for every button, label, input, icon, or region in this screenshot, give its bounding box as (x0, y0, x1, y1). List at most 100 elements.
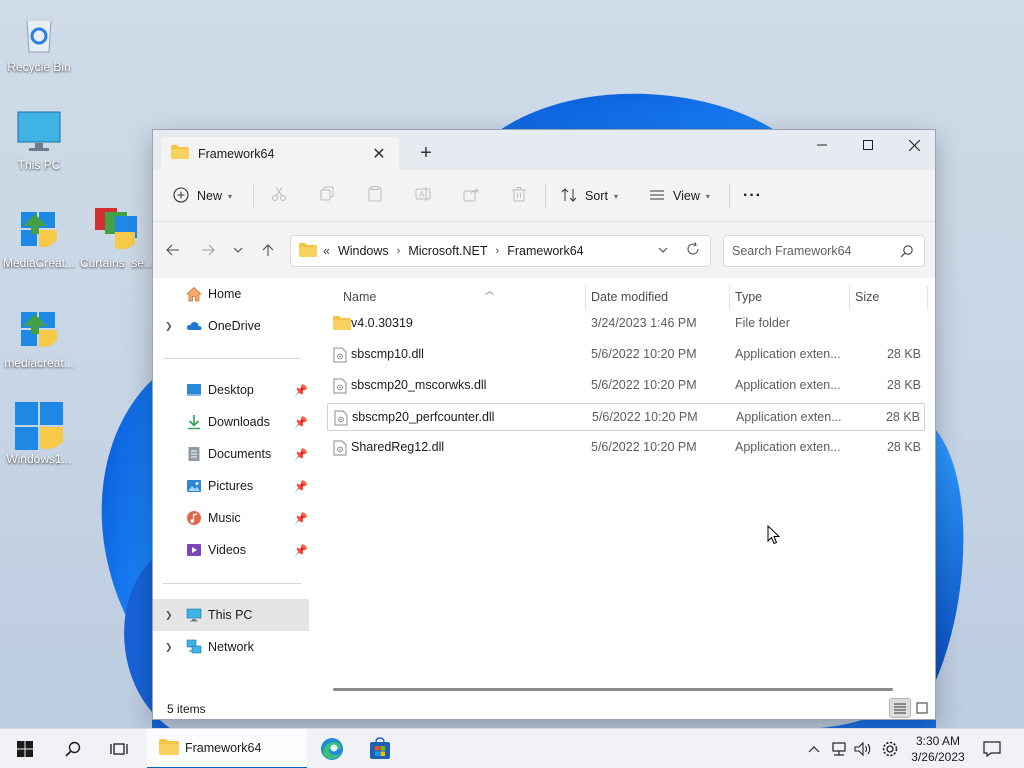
pin-icon[interactable]: 📌 (294, 544, 308, 557)
nav-divider (163, 583, 301, 584)
search-icon[interactable] (900, 244, 914, 261)
gear-icon (882, 741, 898, 757)
pin-icon[interactable]: 📌 (294, 512, 308, 525)
chevron-right-icon[interactable]: ❯ (165, 610, 173, 621)
delete-icon[interactable] (509, 184, 529, 204)
command-bar: New ▾ A Sort ▾ View ▾ ··· (153, 170, 935, 222)
file-name: SharedReg12.dll (351, 440, 445, 454)
desktop-icon-recycle-bin[interactable]: Recycle Bin (1, 10, 77, 74)
file-date-modified: 3/24/2023 1:46 PM (591, 316, 697, 330)
breadcrumb-windows[interactable]: Windows (338, 244, 389, 258)
nav-item-onedrive[interactable]: ❯ OneDrive (153, 310, 309, 342)
column-divider[interactable] (927, 286, 928, 310)
address-history-dropdown-icon[interactable] (658, 245, 668, 257)
nav-item-this-pc[interactable]: ❯ This PC (153, 599, 309, 631)
breadcrumb-microsoft-net[interactable]: Microsoft.NET (408, 244, 487, 258)
minimize-button[interactable] (799, 130, 845, 160)
rename-icon[interactable]: A (413, 184, 433, 204)
tab-framework64[interactable]: Framework64 ✕ (161, 137, 399, 170)
more-options-button[interactable]: ··· (743, 181, 762, 211)
desktop-icon-mediacreation[interactable]: MediaCreat... (1, 206, 77, 270)
taskbar-app-label: Framework64 (185, 741, 262, 755)
new-button[interactable]: New ▾ (173, 181, 232, 211)
nav-item-network[interactable]: ❯ Network (153, 631, 309, 663)
nav-item-music[interactable]: Music 📌 (153, 502, 309, 534)
table-row[interactable]: v4.0.30319 3/24/2023 1:46 PM File folder (327, 310, 925, 338)
refresh-icon[interactable] (686, 242, 700, 260)
pin-icon[interactable]: 📌 (294, 448, 308, 461)
close-window-button[interactable] (891, 130, 935, 160)
column-divider[interactable] (585, 286, 586, 310)
maximize-button[interactable] (845, 130, 891, 160)
horizontal-scrollbar[interactable] (333, 688, 893, 691)
volume-button[interactable] (852, 729, 874, 768)
network-status-button[interactable] (828, 729, 850, 768)
sort-button[interactable]: Sort ▾ (561, 181, 618, 211)
search-button[interactable] (56, 729, 90, 768)
cut-icon[interactable] (269, 184, 289, 204)
search-input[interactable] (732, 244, 892, 258)
table-row[interactable]: SharedReg12.dll 5/6/2022 10:20 PM Applicat… (327, 434, 925, 462)
taskbar-clock[interactable]: 3:30 AM 3/26/2023 (906, 733, 970, 765)
item-count: 5 items (167, 702, 206, 716)
address-row: « Windows › Microsoft.NET › Framework64 (153, 222, 935, 278)
breadcrumb-framework64[interactable]: Framework64 (507, 244, 583, 258)
details-view-button[interactable] (889, 698, 911, 718)
large-icons-view-button[interactable] (911, 698, 933, 718)
copy-icon[interactable] (317, 184, 337, 204)
table-row[interactable]: sbscmp10.dll 5/6/2022 10:20 PM Application… (327, 341, 925, 369)
show-hidden-icons-button[interactable] (806, 729, 822, 768)
breadcrumb-overflow[interactable]: « (323, 244, 330, 258)
notifications-button[interactable] (980, 729, 1004, 768)
pin-icon[interactable]: 📌 (294, 416, 308, 429)
desktop-icon-curtains[interactable]: Curtains_se... (79, 206, 155, 270)
up-button[interactable] (256, 238, 280, 262)
desktop-icon-windows-iso[interactable]: Windows1... (1, 402, 77, 466)
new-tab-button[interactable]: + (411, 140, 441, 166)
nav-item-label: Desktop (208, 383, 254, 397)
pin-icon[interactable]: 📌 (294, 480, 308, 493)
start-button[interactable] (8, 729, 42, 768)
file-name: sbscmp10.dll (351, 347, 424, 361)
desktop-icon-this-pc[interactable]: This PC (1, 108, 77, 172)
table-row[interactable]: sbscmp20_mscorwks.dll 5/6/2022 10:20 PM Ap… (327, 372, 925, 400)
column-header-date[interactable]: Date modified (591, 284, 721, 310)
close-tab-button[interactable]: ✕ (365, 142, 393, 166)
nav-item-downloads[interactable]: Downloads 📌 (153, 406, 309, 438)
view-button[interactable]: View ▾ (649, 181, 710, 211)
task-view-button[interactable] (102, 729, 136, 768)
back-button[interactable] (161, 238, 185, 262)
nav-item-videos[interactable]: Videos 📌 (153, 534, 309, 566)
view-button-label: View (673, 189, 700, 203)
nav-item-documents[interactable]: Documents 📌 (153, 438, 309, 470)
nav-item-home[interactable]: Home (153, 278, 309, 310)
paste-icon[interactable] (365, 184, 385, 204)
chevron-right-icon[interactable]: › (496, 245, 500, 257)
file-date-modified: 5/6/2022 10:20 PM (591, 440, 697, 454)
column-header-size[interactable]: Size (855, 284, 915, 310)
chevron-right-icon[interactable]: › (397, 245, 401, 257)
chevron-right-icon[interactable]: ❯ (165, 642, 173, 653)
search-box[interactable] (723, 235, 925, 267)
nav-item-desktop[interactable]: Desktop 📌 (153, 374, 309, 406)
forward-button[interactable] (196, 238, 220, 262)
nav-item-pictures[interactable]: Pictures 📌 (153, 470, 309, 502)
column-header-type[interactable]: Type (735, 284, 835, 310)
column-header-name[interactable]: Name ︿ (343, 284, 573, 310)
folder-icon (299, 242, 317, 260)
file-type: Application exten... (735, 440, 841, 454)
chevron-right-icon[interactable]: ❯ (165, 321, 173, 332)
column-divider[interactable] (849, 286, 850, 310)
share-icon[interactable] (461, 184, 481, 204)
table-row[interactable]: sbscmp20_perfcounter.dll 5/6/2022 10:20 P… (327, 403, 925, 431)
edge-browser-button[interactable] (316, 729, 348, 768)
recent-locations-button[interactable] (226, 238, 250, 262)
microsoft-store-button[interactable] (364, 729, 396, 768)
column-divider[interactable] (729, 286, 730, 310)
dll-file-icon (333, 347, 349, 363)
taskbar-app-file-explorer[interactable]: Framework64 (147, 729, 307, 768)
pin-icon[interactable]: 📌 (294, 384, 308, 397)
address-bar[interactable]: « Windows › Microsoft.NET › Framework64 (290, 235, 711, 267)
desktop-icon-mediacreation-2[interactable]: mediacreat... (1, 306, 77, 370)
settings-button[interactable] (878, 729, 902, 768)
